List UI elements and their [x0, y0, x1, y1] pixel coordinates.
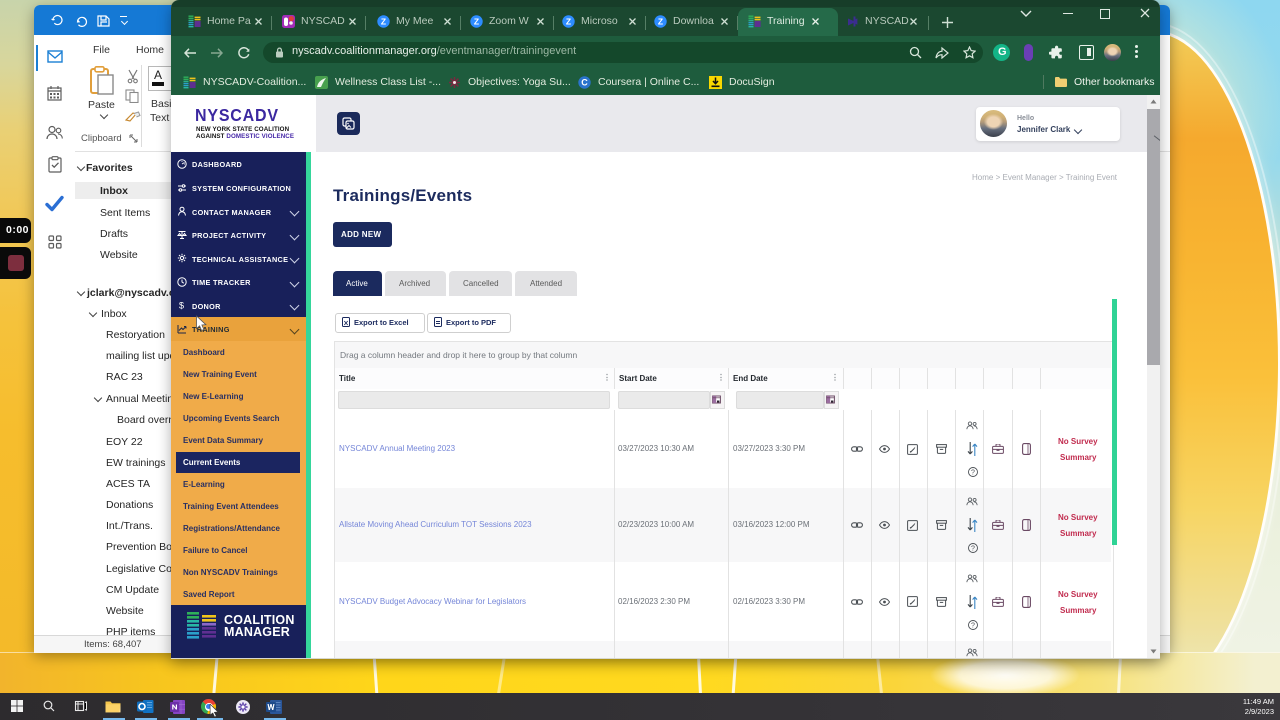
svg-text:?: ?	[971, 622, 975, 629]
svg-text:Z: Z	[381, 17, 386, 27]
svg-text:Z: Z	[474, 17, 479, 27]
svg-text:C: C	[581, 78, 588, 88]
svg-text:?: ?	[971, 470, 975, 477]
svg-text:$: $	[179, 301, 184, 311]
svg-text:Z: Z	[658, 17, 663, 27]
svg-text:Z: Z	[566, 17, 571, 27]
svg-text:?: ?	[971, 546, 975, 553]
